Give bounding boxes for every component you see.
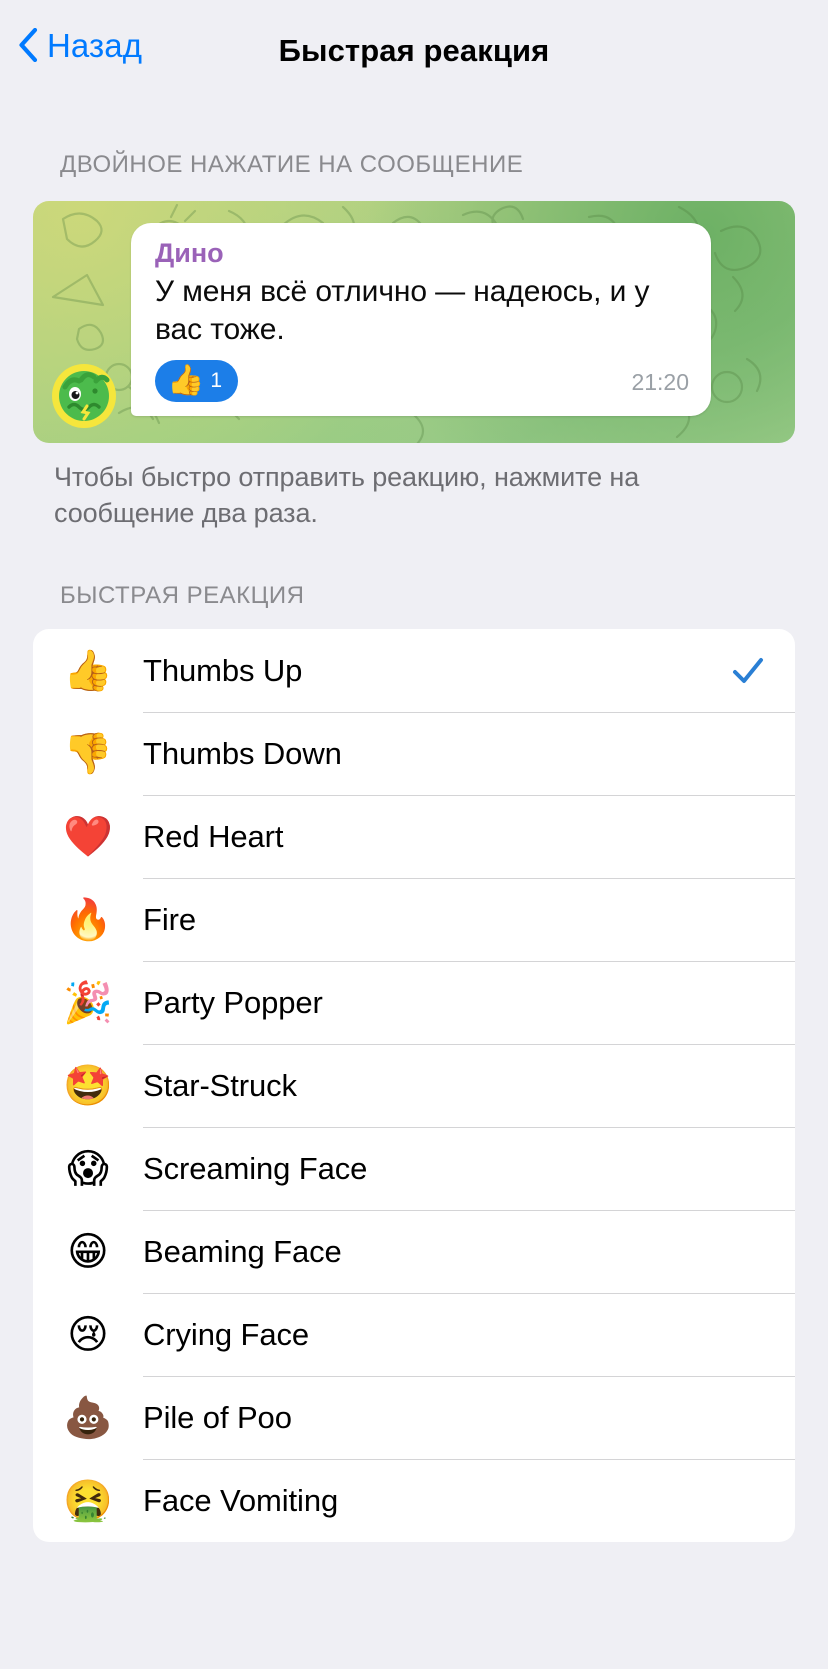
reaction-row-beaming-face[interactable]: 😁 Beaming Face: [33, 1210, 795, 1293]
reaction-row-label: Face Vomiting: [143, 1482, 339, 1518]
reaction-list: 👍 Thumbs Up 👎 Thumbs Down ❤️ Red Heart 🔥 Fire 🎉 P…: [33, 629, 795, 1543]
face-vomiting-icon: 🤮: [63, 1478, 113, 1523]
chat-preview: Дино У меня всё отлично — надеюсь, и у в…: [33, 201, 795, 443]
thumbs-down-icon: 👎: [63, 731, 113, 776]
screaming-face-icon: 😱: [67, 1146, 109, 1191]
star-struck-icon: 🤩: [63, 1063, 113, 1108]
page-title: Быстрая реакция: [278, 33, 550, 68]
reaction-row-fire[interactable]: 🔥 Fire: [33, 878, 795, 961]
reaction-row-label: Beaming Face: [143, 1233, 342, 1269]
reaction-row-party-popper[interactable]: 🎉 Party Popper: [33, 961, 795, 1044]
reaction-row-label: Thumbs Up: [143, 652, 303, 688]
reaction-row-thumbs-up[interactable]: 👍 Thumbs Up: [33, 629, 795, 712]
message-text: У меня всё отлично — надеюсь, и у вас то…: [155, 274, 650, 347]
reaction-row-label: Crying Face: [143, 1316, 310, 1352]
reaction-row-label: Screaming Face: [143, 1150, 368, 1186]
message-bubble: Дино У меня всё отлично — надеюсь, и у в…: [131, 223, 711, 416]
avatar: [52, 364, 116, 428]
reaction-row-label: Red Heart: [143, 818, 284, 854]
reaction-row-crying-face[interactable]: 😢 Crying Face: [33, 1293, 795, 1376]
checkmark-icon: [733, 657, 763, 683]
double-tap-footer-note: Чтобы быстро отправить реакцию, нажмите …: [54, 462, 640, 528]
quick-reaction-section-header: БЫСТРАЯ РЕАКЦИЯ: [60, 582, 305, 610]
reaction-row-thumbs-down[interactable]: 👎 Thumbs Down: [33, 712, 795, 795]
fire-icon: 🔥: [63, 897, 113, 942]
beaming-face-icon: 😁: [67, 1229, 109, 1274]
reaction-row-red-heart[interactable]: ❤️ Red Heart: [33, 795, 795, 878]
reaction-row-label: Fire: [143, 901, 196, 937]
message-footer: 👍 1 21:20: [155, 359, 689, 402]
thumbs-up-icon: 👍: [63, 648, 113, 693]
double-tap-section-header: ДВОЙНОЕ НАЖАТИЕ НА СООБЩЕНИЕ: [60, 151, 524, 178]
pile-of-poo-icon: 💩: [63, 1395, 113, 1440]
reaction-pill[interactable]: 👍 1: [155, 359, 239, 402]
reaction-count: 1: [210, 369, 223, 393]
red-heart-icon: ❤️: [63, 814, 113, 859]
reaction-row-pile-of-poo[interactable]: 💩 Pile of Poo: [33, 1376, 795, 1459]
reaction-row-label: Thumbs Down: [143, 735, 342, 771]
reaction-row-screaming-face[interactable]: 😱 Screaming Face: [33, 1127, 795, 1210]
message-timestamp: 21:20: [631, 368, 689, 395]
reaction-row-star-struck[interactable]: 🤩 Star-Struck: [33, 1044, 795, 1127]
party-popper-icon: 🎉: [63, 980, 113, 1025]
reaction-row-face-vomiting[interactable]: 🤮 Face Vomiting: [33, 1459, 795, 1542]
reaction-row-label: Pile of Poo: [143, 1399, 292, 1435]
thumbs-up-icon: 👍: [167, 363, 205, 397]
crying-face-icon: 😢: [67, 1312, 109, 1357]
message-sender-name: Дино: [155, 238, 224, 268]
navigation-bar: Назад Быстрая реакция: [0, 0, 828, 108]
reaction-row-label: Star-Struck: [143, 1067, 297, 1103]
reaction-row-label: Party Popper: [143, 984, 323, 1020]
